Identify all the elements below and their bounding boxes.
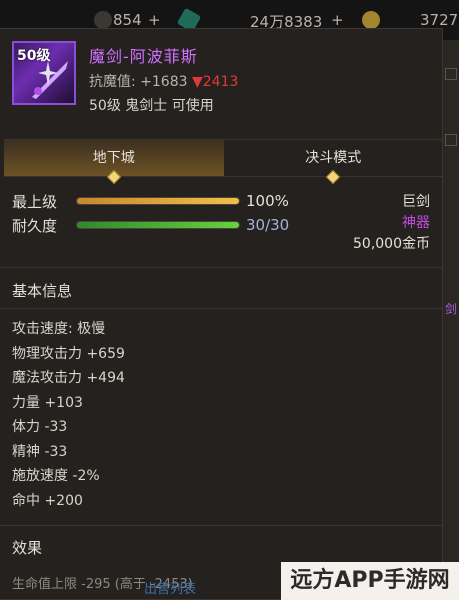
item-tooltip: 50级 魔剑-阿波菲斯 抗魔值: +1683 ▼2413 50级 鬼剑士 可使用… (0, 28, 443, 600)
side-item-label: 剑 (444, 302, 457, 316)
tab-dungeon-label: 地下城 (92, 150, 135, 166)
attribute-row: 物理攻击力 +659 (12, 345, 125, 362)
tab-duel-label: 决斗模式 (305, 150, 362, 166)
tab-indicator-icon (106, 169, 121, 185)
max-level-value: 100% (246, 192, 289, 210)
section-basic-info: 基本信息 (12, 282, 73, 300)
max-level-label: 最上级 (12, 193, 58, 211)
item-icon: 50级 (12, 41, 76, 105)
resource-value-3: 3727 (420, 11, 459, 29)
mode-tabs: 地下城 决斗模式 (4, 139, 444, 185)
sell-list-button[interactable]: 出售列表 (120, 578, 220, 600)
durability-bar-fill (77, 222, 239, 228)
add-resource-2-button[interactable]: + (331, 11, 344, 29)
tab-dungeon[interactable]: 地下城 (4, 140, 224, 185)
gold-coin-icon (362, 11, 380, 29)
max-level-bar (76, 197, 240, 205)
section-effects: 效果 (12, 539, 43, 557)
attribute-row: 魔法攻击力 +494 (12, 370, 125, 386)
max-level-bar-fill (77, 198, 239, 204)
magic-resist-diff: ▼2413 (191, 74, 239, 90)
attribute-row: 体力 -33 (12, 419, 68, 435)
divider (0, 267, 443, 268)
attribute-row: 施放速度 -2% (12, 468, 100, 484)
side-close-icon[interactable] (445, 68, 457, 80)
durability-label: 耐久度 (12, 217, 58, 235)
attribute-row: 力量 +103 (12, 394, 83, 411)
attribute-row: 攻击速度: 极慢 (12, 321, 106, 337)
currency-icon (94, 11, 112, 29)
resource-value-1: 854 (113, 11, 142, 29)
magic-resist: 抗魔值: +1683 ▼2413 (89, 71, 238, 91)
item-rarity: 神器 (402, 215, 430, 231)
tab-duel[interactable]: 决斗模式 (224, 140, 444, 185)
side-menu-icon[interactable] (445, 134, 457, 146)
durability-bar (76, 221, 240, 229)
side-panel-strip (443, 40, 459, 600)
item-price: 50,000金币 (353, 236, 430, 252)
divider (0, 308, 443, 309)
divider (0, 525, 443, 526)
item-requirement: 50级 鬼剑士 可使用 (89, 98, 214, 114)
watermark: 远方APP手游网 (281, 562, 459, 600)
attribute-row: 精神 -33 (12, 443, 68, 460)
add-resource-1-button[interactable]: + (148, 11, 161, 29)
magic-resist-value: 抗魔值: +1683 (89, 74, 188, 90)
item-type: 巨剑 (402, 194, 430, 210)
sword-icon (32, 61, 68, 99)
item-header: 50级 魔剑-阿波菲斯 抗魔值: +1683 ▼2413 50级 鬼剑士 可使用 (0, 29, 443, 129)
attribute-row: 命中 +200 (12, 492, 83, 509)
attribute-list: 攻击速度: 极慢 物理攻击力 +659 魔法攻击力 +494 力量 +103 体… (12, 317, 125, 513)
item-name: 魔剑-阿波菲斯 (89, 47, 198, 66)
tab-indicator-icon (326, 169, 341, 185)
durability-value: 30/30 (246, 216, 290, 234)
